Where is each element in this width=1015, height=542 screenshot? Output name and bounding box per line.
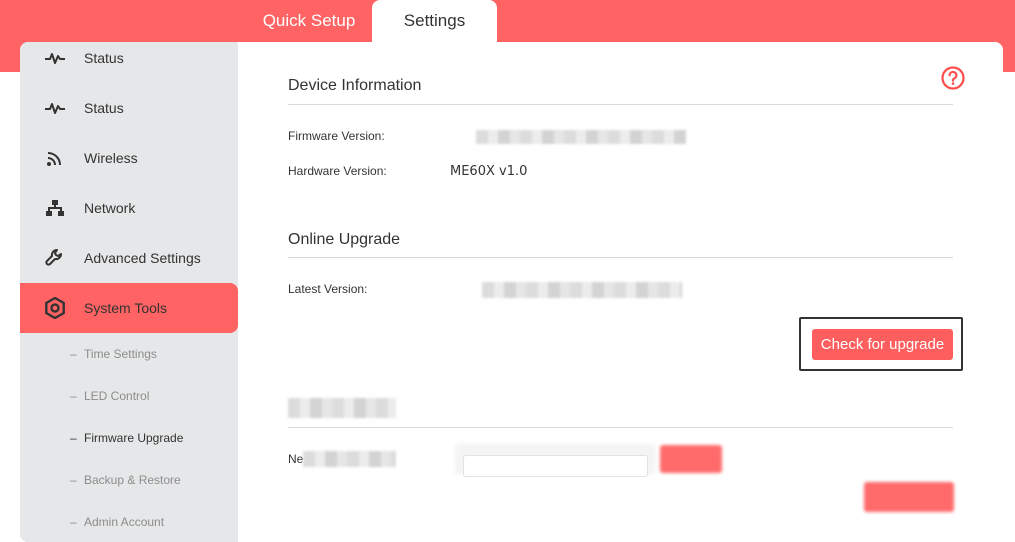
help-icon[interactable] bbox=[941, 66, 965, 90]
pulse-icon bbox=[42, 95, 68, 121]
check-for-upgrade-button[interactable]: Check for upgrade bbox=[812, 329, 953, 360]
wifi-icon bbox=[42, 145, 68, 171]
sidebar-item-network[interactable]: Network bbox=[20, 183, 238, 233]
firmware-version-label: Firmware Version: bbox=[288, 129, 385, 143]
tab-quick-setup[interactable]: Quick Setup bbox=[250, 0, 368, 42]
new-firmware-label: Ne bbox=[288, 452, 304, 466]
sidebar-item-label: Status bbox=[84, 100, 124, 116]
hardware-version-value: ME60X v1.0 bbox=[450, 164, 528, 179]
sidebar: Status Status Wireless Network Advanced bbox=[20, 42, 238, 542]
sidebar-item-label: System Tools bbox=[84, 300, 167, 316]
online-upgrade-title: Online Upgrade bbox=[288, 231, 401, 248]
latest-version-label: Latest Version: bbox=[288, 282, 368, 296]
sidebar-item-label: Network bbox=[84, 200, 136, 216]
sidebar-subitem-led-control[interactable]: – LED Control bbox=[20, 381, 238, 411]
hardware-version-label: Hardware Version: bbox=[288, 164, 387, 178]
browse-button[interactable] bbox=[660, 445, 722, 473]
local-upgrade-title-redacted bbox=[288, 398, 396, 418]
gear-icon bbox=[42, 295, 68, 321]
sidebar-item-status-top[interactable]: Status bbox=[20, 42, 238, 83]
sidebar-item-wireless[interactable]: Wireless bbox=[20, 133, 238, 183]
sidebar-subitem-label: Admin Account bbox=[84, 515, 165, 529]
sidebar-item-label: Wireless bbox=[84, 150, 138, 166]
network-icon bbox=[42, 195, 68, 221]
sidebar-item-label: Advanced Settings bbox=[84, 250, 201, 266]
divider bbox=[288, 427, 953, 428]
tab-settings[interactable]: Settings bbox=[372, 0, 497, 42]
sidebar-subitem-label: LED Control bbox=[84, 389, 150, 403]
firmware-version-value-redacted bbox=[476, 130, 686, 144]
divider bbox=[288, 104, 953, 105]
sidebar-item-advanced-settings[interactable]: Advanced Settings bbox=[20, 233, 238, 283]
sidebar-subitem-time-settings[interactable]: – Time Settings bbox=[20, 339, 238, 369]
latest-version-value-redacted bbox=[482, 282, 682, 298]
new-firmware-label-redacted bbox=[303, 451, 396, 467]
sidebar-subitem-label: Firmware Upgrade bbox=[84, 431, 184, 445]
wrench-icon bbox=[42, 245, 68, 271]
sidebar-subitem-backup-restore[interactable]: – Backup & Restore bbox=[20, 465, 238, 495]
divider bbox=[288, 257, 953, 258]
pulse-icon bbox=[42, 45, 68, 71]
sidebar-subitem-label: Backup & Restore bbox=[84, 473, 181, 487]
sidebar-item-label: Status bbox=[84, 50, 124, 66]
sidebar-subitem-admin-account[interactable]: – Admin Account bbox=[20, 507, 238, 537]
device-information-title: Device Information bbox=[288, 77, 422, 94]
sidebar-subitem-label: Time Settings bbox=[84, 347, 157, 361]
sidebar-item-system-tools[interactable]: System Tools bbox=[20, 283, 238, 333]
sidebar-subitem-firmware-upgrade[interactable]: – Firmware Upgrade bbox=[20, 423, 238, 453]
upgrade-button[interactable] bbox=[864, 482, 954, 512]
firmware-file-input[interactable] bbox=[463, 455, 648, 477]
sidebar-item-status[interactable]: Status bbox=[20, 83, 238, 133]
